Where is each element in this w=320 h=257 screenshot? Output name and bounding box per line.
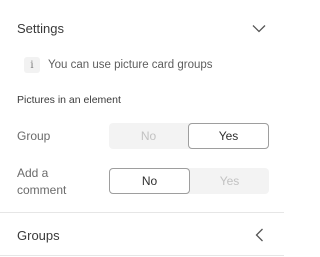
info-note: i You can use picture card groups	[24, 56, 213, 74]
settings-section-header[interactable]: Settings	[0, 7, 284, 49]
section-divider	[0, 212, 284, 213]
groups-section-header[interactable]: Groups	[0, 214, 284, 256]
comment-toggle: No Yes	[109, 168, 269, 194]
info-icon: i	[24, 57, 40, 73]
groups-title: Groups	[17, 227, 60, 243]
chevron-left-icon[interactable]	[251, 227, 267, 243]
comment-label: Add a comment	[17, 165, 66, 199]
bottom-divider	[0, 255, 284, 256]
settings-title: Settings	[17, 20, 64, 36]
group-toggle: No Yes	[109, 123, 269, 149]
comment-label-line2: comment	[17, 183, 67, 197]
properties-panel: Settings i You can use picture card grou…	[0, 0, 284, 257]
comment-option-no[interactable]: No	[109, 168, 190, 194]
info-text: You can use picture card groups	[48, 59, 213, 71]
comment-option-yes[interactable]: Yes	[190, 168, 269, 194]
group-option-no[interactable]: No	[109, 123, 188, 149]
pictures-section-title: Pictures in an element	[17, 94, 121, 106]
comment-label-line1: Add a	[17, 166, 49, 180]
group-option-yes[interactable]: Yes	[188, 123, 269, 149]
group-label: Group	[17, 129, 51, 143]
chevron-down-icon[interactable]	[251, 20, 267, 36]
